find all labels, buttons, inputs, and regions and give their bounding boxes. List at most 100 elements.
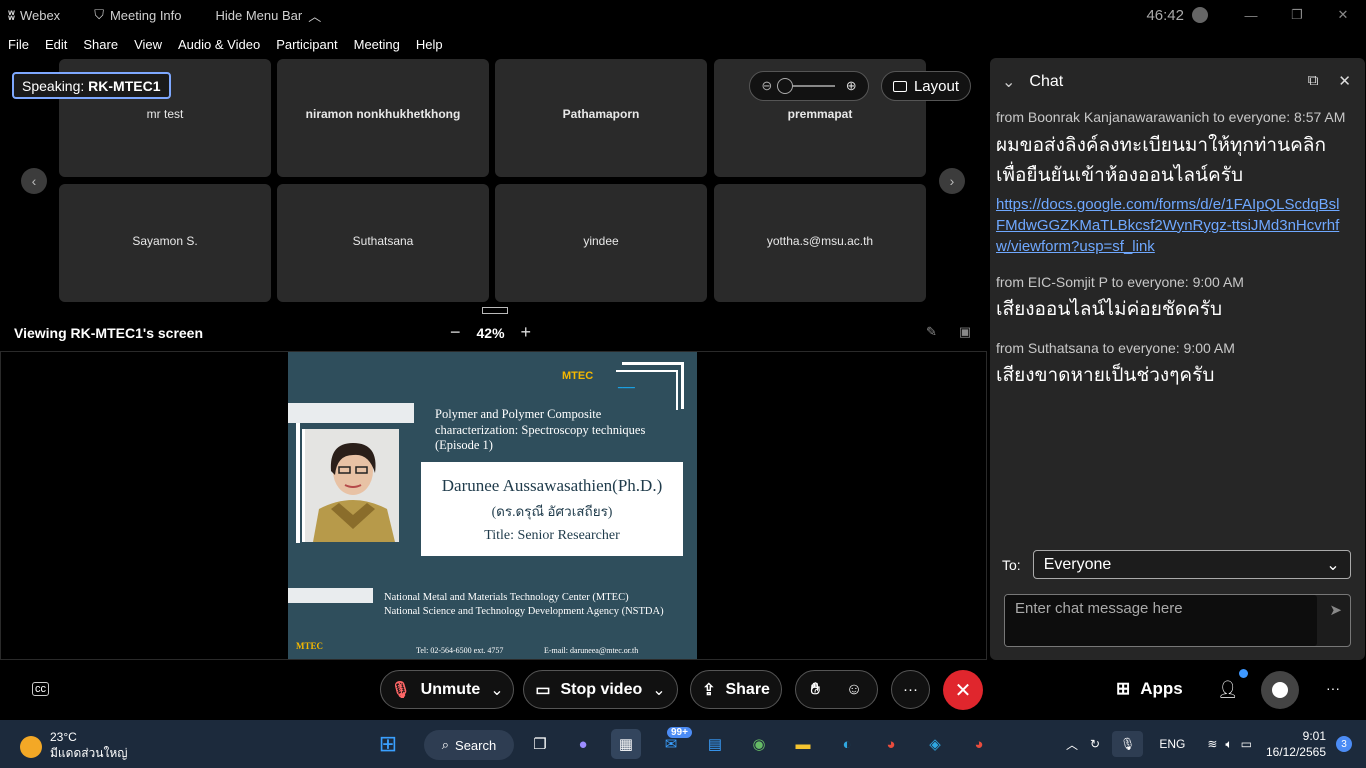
more-options-icon[interactable]: ··· [1326,680,1340,696]
annotate-icon[interactable]: ✎ [926,324,937,340]
mic-muted-tray-icon[interactable]: 🎙︎ [1112,731,1144,757]
wifi-icon[interactable]: ≋ [1207,737,1217,751]
maximize-button[interactable]: ❐ [1274,0,1320,30]
battery-icon[interactable]: ▭ [1241,737,1252,751]
raise-hand-icon[interactable]: ✋︎ [811,681,820,699]
participant-name: Pathamaporn [562,107,640,121]
close-chat-icon[interactable]: ✕ [1338,72,1351,90]
app-title: ʬ Webex [8,8,60,23]
close-window-button[interactable]: ✕ [1320,0,1366,30]
participants-icon[interactable]: 👤︎ [1217,680,1239,700]
title-bar: ʬ Webex ⛉ Meeting Info Hide Menu Bar ︿ 4… [0,0,1366,30]
weather-widget[interactable]: 23°C มีแดดส่วนใหญ่ [20,730,128,763]
slide-bar [288,403,414,423]
file-explorer-icon[interactable]: ▬ [788,729,818,759]
participant-tile[interactable]: niramon nonkhukhetkhong [277,59,489,177]
webex-taskbar-icon[interactable]: ▦ [611,729,641,759]
participant-tile[interactable]: Suthatsana [277,184,489,302]
video-camera-icon: ▭ [535,681,551,699]
speaker-photo [302,429,399,542]
resize-grip-handle[interactable] [482,307,508,314]
volume-icon[interactable]: 🔈︎ [1225,737,1232,752]
taskbar-search[interactable]: ⌕ Search [424,730,514,760]
unmute-button[interactable]: 🎙︎ Unmute ⌄ [380,670,514,709]
menu-file[interactable]: File [8,37,29,52]
zoom-in-icon[interactable]: ⊕ [846,78,857,94]
prev-page-button[interactable]: ‹ [21,168,47,194]
stats-icon[interactable] [1192,7,1208,23]
zoom-slider-knob[interactable] [776,78,793,94]
mtec-footer-logo: MTEC [296,641,323,651]
sync-icon[interactable]: ↻ [1090,737,1100,751]
participant-tile[interactable]: yottha.s@msu.ac.th [714,184,926,302]
chevron-up-icon[interactable]: ︿ [1066,736,1078,753]
next-page-button[interactable]: › [939,168,965,194]
zoom-slider[interactable] [776,78,835,94]
menu-edit[interactable]: Edit [45,37,67,52]
participant-tile[interactable]: Pathamaporn [495,59,707,177]
menu-help[interactable]: Help [416,37,443,52]
chat-input-box[interactable]: Enter chat message here ➤ [1004,594,1351,647]
message-link[interactable]: https://docs.google.com/forms/d/e/1FAIpQ… [996,194,1346,257]
menu-meeting[interactable]: Meeting [354,37,400,52]
menu-share[interactable]: Share [83,37,118,52]
share-zoom-out-button[interactable]: − [450,322,461,343]
notification-count[interactable]: 3 [1336,736,1352,752]
zoom-out-icon[interactable]: ⊖ [761,78,772,94]
captions-icon[interactable]: cc [32,682,49,696]
emoji-reaction-icon[interactable]: ☺ [846,681,862,699]
windows-taskbar: 23°C มีแดดส่วนใหญ่ ⊞ ⌕ Search ❐ ● ▦ ✉ 99… [0,720,1366,768]
participant-tile[interactable]: yindee [495,184,707,302]
chevron-down-icon[interactable]: ⌄ [1002,72,1015,92]
share-label: Share [725,680,770,698]
hide-menu-bar-button[interactable]: Hide Menu Bar ︿ [216,6,322,25]
participant-tile[interactable]: Sayamon S. [59,184,271,302]
calendar-icon[interactable]: ▤ [700,729,730,759]
stop-video-button[interactable]: ▭ Stop video ⌄ [523,670,678,709]
leave-meeting-button[interactable]: ✕ [943,670,983,710]
clock[interactable]: 9:01 16/12/2565 [1266,728,1326,760]
nstda-logo: ━━━━ [618,385,635,392]
chat-message-input[interactable]: Enter chat message here [1005,595,1317,646]
recipient-select[interactable]: Everyone ⌄ [1032,550,1351,579]
speaking-label: Speaking: [22,77,85,94]
language-indicator[interactable]: ENG [1159,737,1185,751]
meeting-info-button[interactable]: ⛉ Meeting Info [94,7,181,23]
menu-bar: File Edit Share View Audio & Video Parti… [0,30,451,58]
minimize-button[interactable]: — [1228,0,1274,30]
chevron-down-icon[interactable]: ⌄ [490,680,503,700]
chrome-profile-icon[interactable]: ◕ [964,729,994,759]
chat-header[interactable]: ⌄ Chat [1002,72,1063,92]
edge-browser-icon[interactable]: ◐ [832,729,862,759]
temperature: 23°C [50,730,77,744]
participant-name: yindee [583,234,619,248]
speaking-indicator: Speaking: RK-MTEC1 [12,72,171,99]
chrome-icon[interactable]: ◕ [876,729,906,759]
share-button[interactable]: ⇪ Share [690,670,782,709]
org-line: National Metal and Materials Technology … [384,592,629,603]
task-view-icon[interactable]: ❐ [525,729,555,759]
share-zoom-in-button[interactable]: + [521,322,532,343]
menu-participant[interactable]: Participant [276,37,337,52]
message-meta: from Boonrak Kanjanawarawanich to everyo… [996,109,1346,125]
notification-dot [1239,669,1248,678]
slide-footer: MTEC Tel: 02-564-6500 ext. 4757 E-mail: … [288,638,697,659]
grid-zoom-control[interactable]: ⊖ ⊕ [749,71,869,101]
teams-chat-icon[interactable]: ● [568,729,598,759]
mic-muted-icon: 🎙︎ [390,681,411,699]
share-view-tools: ✎ ▣ [926,324,971,340]
teams-icon[interactable]: ◈ [920,729,950,759]
popout-share-icon[interactable]: ▣ [959,324,971,340]
chevron-down-icon[interactable]: ⌄ [652,680,665,700]
more-options-button[interactable]: ··· [891,670,930,709]
layout-button[interactable]: Layout [881,71,971,101]
start-button[interactable]: ⊞ [373,729,403,759]
menu-view[interactable]: View [134,37,162,52]
menu-audio-video[interactable]: Audio & Video [178,37,260,52]
globe-app-icon[interactable]: ◉ [744,729,774,759]
apps-button[interactable]: ⊞ Apps [1116,679,1183,699]
chat-toggle-button[interactable] [1261,671,1299,709]
popout-icon[interactable]: ⧉ [1308,72,1319,90]
send-icon[interactable]: ➤ [1329,601,1342,619]
sun-icon [20,735,42,758]
